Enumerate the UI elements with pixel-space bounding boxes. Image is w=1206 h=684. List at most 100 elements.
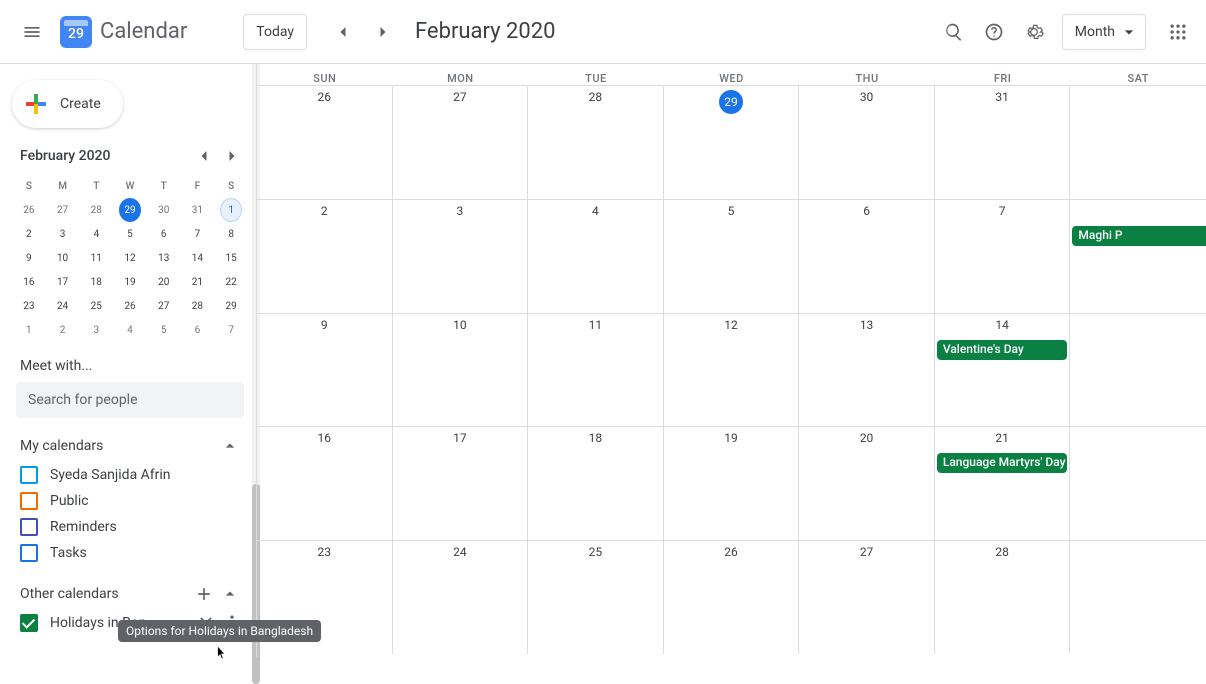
create-button[interactable]: Create xyxy=(12,80,123,128)
mini-day[interactable]: 4 xyxy=(113,318,147,342)
calendar-checkbox[interactable] xyxy=(20,492,38,510)
mini-day[interactable]: 17 xyxy=(46,270,80,294)
day-cell[interactable]: 13 xyxy=(799,314,935,427)
today-button[interactable]: Today xyxy=(243,14,307,50)
mini-day[interactable]: 2 xyxy=(12,222,46,246)
mini-day[interactable]: 10 xyxy=(46,246,80,270)
day-cell[interactable]: 11 xyxy=(528,314,664,427)
day-cell[interactable]: 17 xyxy=(393,427,529,540)
mini-day[interactable]: 15 xyxy=(214,246,248,270)
mini-day[interactable]: 28 xyxy=(79,198,113,222)
day-cell[interactable]: 3 xyxy=(393,200,529,313)
calendar-checkbox[interactable] xyxy=(20,614,38,632)
day-cell[interactable]: 31 xyxy=(935,86,1071,199)
mini-day[interactable]: 1 xyxy=(12,318,46,342)
mini-day[interactable]: 1 xyxy=(214,198,248,222)
mini-day[interactable]: 27 xyxy=(147,294,181,318)
day-cell[interactable]: 19 xyxy=(664,427,800,540)
mini-day[interactable]: 23 xyxy=(12,294,46,318)
mini-day[interactable]: 12 xyxy=(113,246,147,270)
mini-day[interactable]: 22 xyxy=(214,270,248,294)
mini-day[interactable]: 11 xyxy=(79,246,113,270)
calendar-item[interactable]: Reminders xyxy=(12,514,248,540)
other-calendars-header[interactable]: Other calendars xyxy=(12,566,248,610)
mini-day[interactable]: 19 xyxy=(113,270,147,294)
day-cell[interactable]: 18 xyxy=(528,427,664,540)
calendar-item[interactable]: Public xyxy=(12,488,248,514)
event-chip[interactable]: Valentine's Day xyxy=(937,340,1068,360)
day-cell[interactable] xyxy=(1070,427,1206,540)
help-button[interactable] xyxy=(974,12,1014,52)
search-people-field[interactable] xyxy=(16,382,244,418)
main-menu-button[interactable] xyxy=(8,8,56,56)
mini-day[interactable]: 20 xyxy=(147,270,181,294)
event-chip[interactable]: Language Martyrs' Day xyxy=(937,453,1068,473)
calendar-item[interactable]: Syeda Sanjida Afrin xyxy=(12,462,248,488)
day-cell[interactable]: 27 xyxy=(393,86,529,199)
mini-day[interactable]: 21 xyxy=(181,270,215,294)
calendar-checkbox[interactable] xyxy=(20,544,38,562)
mini-day[interactable]: 16 xyxy=(12,270,46,294)
mini-prev-button[interactable] xyxy=(192,144,216,168)
calendar-checkbox[interactable] xyxy=(20,518,38,536)
day-cell[interactable]: 5 xyxy=(664,200,800,313)
day-cell[interactable]: 29 xyxy=(664,86,800,199)
calendar-item[interactable]: Tasks xyxy=(12,540,248,566)
mini-day[interactable]: 26 xyxy=(12,198,46,222)
logo[interactable]: 29 Calendar xyxy=(60,16,187,48)
mini-day[interactable]: 28 xyxy=(181,294,215,318)
mini-day[interactable]: 7 xyxy=(214,318,248,342)
day-cell[interactable]: 7 xyxy=(935,200,1071,313)
mini-day[interactable]: 3 xyxy=(46,222,80,246)
mini-day[interactable]: 26 xyxy=(113,294,147,318)
day-cell[interactable]: 12 xyxy=(664,314,800,427)
mini-day[interactable]: 9 xyxy=(12,246,46,270)
day-cell[interactable] xyxy=(1070,86,1206,199)
mini-day[interactable]: 8 xyxy=(214,222,248,246)
mini-day[interactable]: 18 xyxy=(79,270,113,294)
prev-period-button[interactable] xyxy=(327,16,359,48)
apps-button[interactable] xyxy=(1158,12,1198,52)
mini-day[interactable]: 4 xyxy=(79,222,113,246)
mini-day[interactable]: 6 xyxy=(181,318,215,342)
mini-day[interactable]: 25 xyxy=(79,294,113,318)
view-switcher[interactable]: Month xyxy=(1062,14,1146,50)
calendar-checkbox[interactable] xyxy=(20,466,38,484)
mini-day[interactable]: 5 xyxy=(147,318,181,342)
next-period-button[interactable] xyxy=(367,16,399,48)
day-cell[interactable]: 20 xyxy=(799,427,935,540)
mini-day[interactable]: 27 xyxy=(46,198,80,222)
day-cell[interactable]: 6 xyxy=(799,200,935,313)
mini-day[interactable]: 3 xyxy=(79,318,113,342)
day-cell[interactable]: 2 xyxy=(257,200,393,313)
search-button[interactable] xyxy=(934,12,974,52)
day-cell[interactable]: 30 xyxy=(799,86,935,199)
plus-icon[interactable] xyxy=(194,584,214,604)
event-chip[interactable]: Maghi P xyxy=(1072,226,1206,246)
day-cell[interactable]: 16 xyxy=(257,427,393,540)
mini-day[interactable]: 5 xyxy=(113,222,147,246)
mini-day[interactable]: 24 xyxy=(46,294,80,318)
day-cell[interactable]: 26 xyxy=(257,86,393,199)
mini-day[interactable]: 14 xyxy=(181,246,215,270)
mini-day[interactable]: 29 xyxy=(113,198,147,222)
day-cell[interactable]: 26 xyxy=(664,541,800,654)
mini-day[interactable]: 13 xyxy=(147,246,181,270)
search-people-input[interactable] xyxy=(28,392,232,408)
mini-next-button[interactable] xyxy=(220,144,244,168)
day-cell[interactable]: 27 xyxy=(799,541,935,654)
settings-button[interactable] xyxy=(1014,12,1054,52)
mini-day[interactable]: 29 xyxy=(214,294,248,318)
mini-day[interactable]: 31 xyxy=(181,198,215,222)
mini-day[interactable]: 30 xyxy=(147,198,181,222)
day-cell[interactable]: 10 xyxy=(393,314,529,427)
day-cell[interactable]: 28 xyxy=(935,541,1071,654)
mini-day[interactable]: 7 xyxy=(181,222,215,246)
day-cell[interactable]: 14Valentine's Day xyxy=(935,314,1071,427)
mini-day[interactable]: 2 xyxy=(46,318,80,342)
day-cell[interactable] xyxy=(1070,541,1206,654)
day-cell[interactable]: 4 xyxy=(528,200,664,313)
my-calendars-header[interactable]: My calendars xyxy=(12,418,248,462)
day-cell[interactable]: 24 xyxy=(393,541,529,654)
day-cell[interactable]: 21Language Martyrs' Day xyxy=(935,427,1071,540)
